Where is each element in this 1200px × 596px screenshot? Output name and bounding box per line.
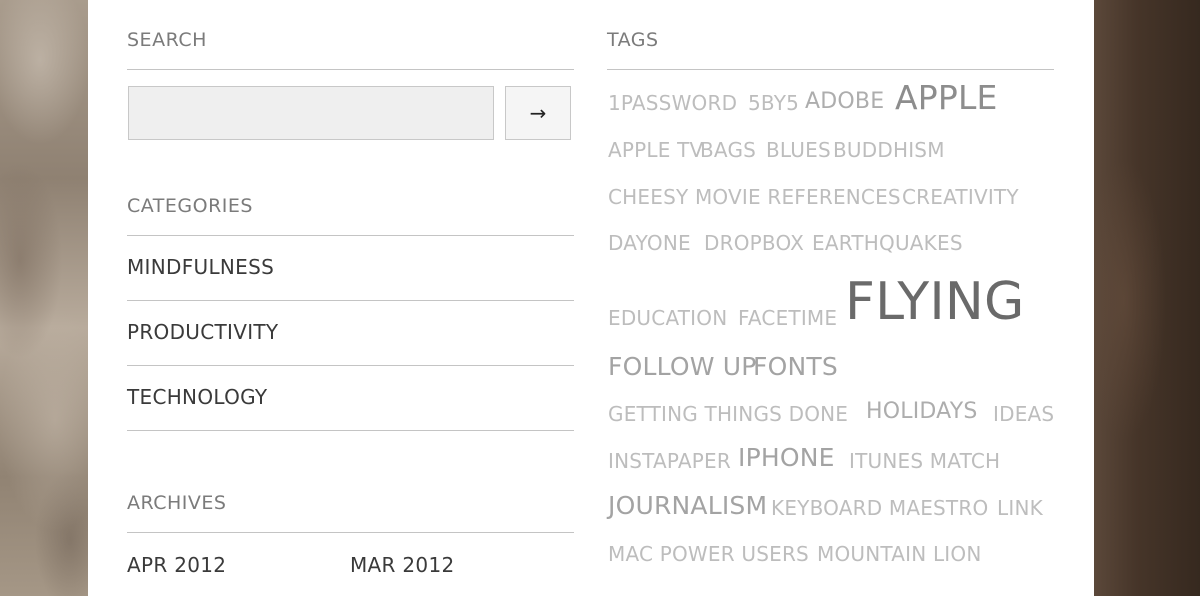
tag-link[interactable]: IDEAS — [993, 402, 1054, 426]
tag-link[interactable]: EDUCATION — [608, 306, 727, 330]
tag-link[interactable]: APPLE — [895, 78, 998, 117]
category-divider — [127, 300, 574, 301]
archives-divider — [127, 532, 574, 533]
tag-link[interactable]: JOURNALISM — [608, 491, 767, 520]
tag-link[interactable]: FLYING — [845, 272, 1024, 332]
background-photo-left — [0, 0, 90, 596]
tag-link[interactable]: BAGS — [700, 138, 756, 162]
tag-link[interactable]: MAC POWER USERS — [608, 542, 809, 566]
search-submit-button[interactable]: → — [505, 86, 571, 140]
tag-link[interactable]: KEYBOARD MAESTRO — [771, 496, 988, 520]
tag-link[interactable]: MOUNTAIN LION — [817, 542, 982, 566]
category-divider — [127, 365, 574, 366]
tag-link[interactable]: DROPBOX — [704, 231, 804, 255]
search-input[interactable] — [128, 86, 494, 140]
tag-link[interactable]: ADOBE — [805, 89, 884, 114]
category-divider — [127, 430, 574, 431]
search-heading: SEARCH — [127, 29, 207, 51]
search-divider — [127, 69, 574, 70]
tag-link[interactable]: FACETIME — [738, 306, 837, 330]
tag-link[interactable]: INSTAPAPER — [608, 449, 731, 473]
archives-heading: ARCHIVES — [127, 492, 227, 514]
tag-link[interactable]: ITUNES MATCH — [849, 449, 1000, 473]
tag-link[interactable]: EARTHQUAKES — [812, 231, 963, 255]
tag-link[interactable]: IPHONE — [738, 443, 835, 472]
tag-link[interactable]: BLUES — [766, 138, 831, 162]
category-link-productivity[interactable]: PRODUCTIVITY — [127, 320, 278, 344]
tag-link[interactable]: CREATIVITY — [902, 185, 1019, 209]
tag-link[interactable]: FOLLOW UP — [608, 352, 757, 381]
archive-link-mar-2012[interactable]: MAR 2012 — [350, 553, 455, 577]
archive-link-apr-2012[interactable]: APR 2012 — [127, 553, 226, 577]
category-link-mindfulness[interactable]: MINDFULNESS — [127, 255, 274, 279]
background-photo-right — [1094, 0, 1200, 596]
tag-link[interactable]: FONTS — [753, 352, 838, 381]
tag-link[interactable]: DAYONE — [608, 231, 691, 255]
tag-link[interactable]: GETTING THINGS DONE — [608, 402, 848, 426]
tag-link[interactable]: 1PASSWORD — [608, 91, 737, 115]
categories-divider — [127, 235, 574, 236]
tag-link[interactable]: CHEESY MOVIE REFERENCES — [608, 185, 901, 209]
tags-heading: TAGS — [607, 29, 659, 51]
tag-link[interactable]: 5BY5 — [748, 91, 799, 115]
category-link-technology[interactable]: TECHNOLOGY — [127, 385, 267, 409]
categories-heading: CATEGORIES — [127, 195, 253, 217]
tags-divider — [607, 69, 1054, 70]
tag-link[interactable]: APPLE TV — [608, 138, 703, 162]
tag-link[interactable]: HOLIDAYS — [866, 399, 978, 424]
tag-link[interactable]: LINK — [997, 496, 1043, 520]
arrow-right-icon: → — [529, 101, 547, 125]
tag-link[interactable]: BUDDHISM — [833, 138, 945, 162]
